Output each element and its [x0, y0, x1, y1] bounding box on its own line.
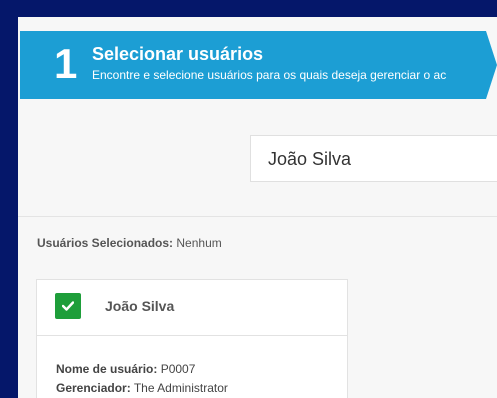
user-card-name: João Silva: [105, 298, 175, 314]
user-card-header: João Silva: [37, 280, 347, 336]
selected-users-value: Nenhum: [176, 236, 222, 250]
step-header: 1 Selecionar usuários Encontre e selecio…: [20, 31, 486, 99]
step-title: Selecionar usuários: [92, 44, 264, 64]
manager-label: Gerenciador:: [56, 381, 131, 395]
step-subtitle: Encontre e selecione usuários para os qu…: [92, 68, 447, 82]
search-value: João Silva: [268, 149, 352, 169]
username-value: P0007: [160, 362, 196, 376]
selected-users-label: Usuários Selecionados:: [37, 236, 174, 250]
checkmark-icon: [62, 301, 74, 311]
username-label: Nome de usuário:: [56, 362, 158, 376]
divider: [18, 216, 497, 217]
selected-users-summary: Usuários Selecionados: Nenhum: [37, 236, 222, 250]
username-row: Nome de usuário: P0007: [56, 362, 195, 376]
user-search-input[interactable]: João Silva: [250, 135, 497, 182]
step-number: 1: [54, 40, 78, 87]
manager-row: Gerenciador: The Administrator: [56, 381, 228, 395]
step-arrow-icon: [486, 31, 497, 99]
select-user-checkbox[interactable]: [55, 293, 81, 319]
main-panel: 1 Selecionar usuários Encontre e selecio…: [18, 17, 497, 398]
manager-value: The Administrator: [133, 381, 228, 395]
user-card[interactable]: João Silva Nome de usuário: P0007 Gerenc…: [36, 279, 348, 398]
